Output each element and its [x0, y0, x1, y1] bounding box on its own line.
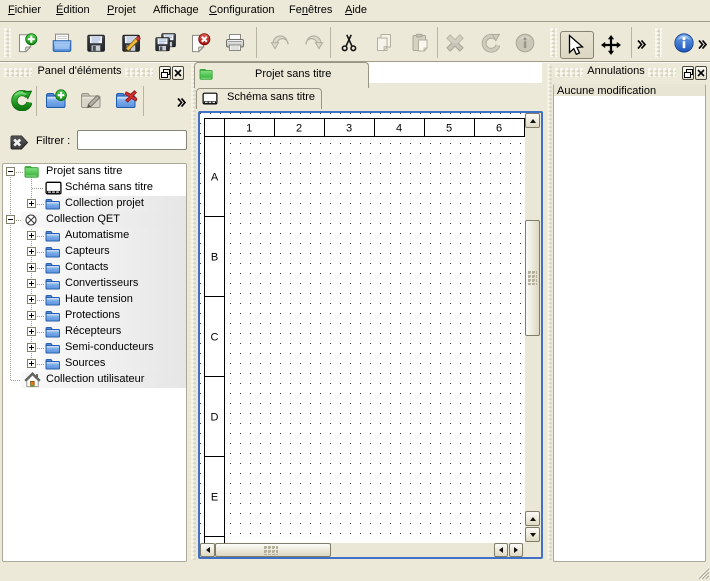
- svg-text:E: E: [211, 492, 218, 504]
- svg-text:B: B: [211, 252, 218, 264]
- svg-text:C: C: [211, 332, 219, 344]
- svg-text:A: A: [211, 172, 219, 184]
- svg-text:D: D: [211, 412, 219, 424]
- svg-text:1: 1: [246, 123, 252, 135]
- svg-text:2: 2: [296, 123, 302, 135]
- svg-text:4: 4: [396, 123, 402, 135]
- svg-text:6: 6: [496, 123, 502, 135]
- svg-text:3: 3: [346, 123, 352, 135]
- svg-text:5: 5: [446, 123, 452, 135]
